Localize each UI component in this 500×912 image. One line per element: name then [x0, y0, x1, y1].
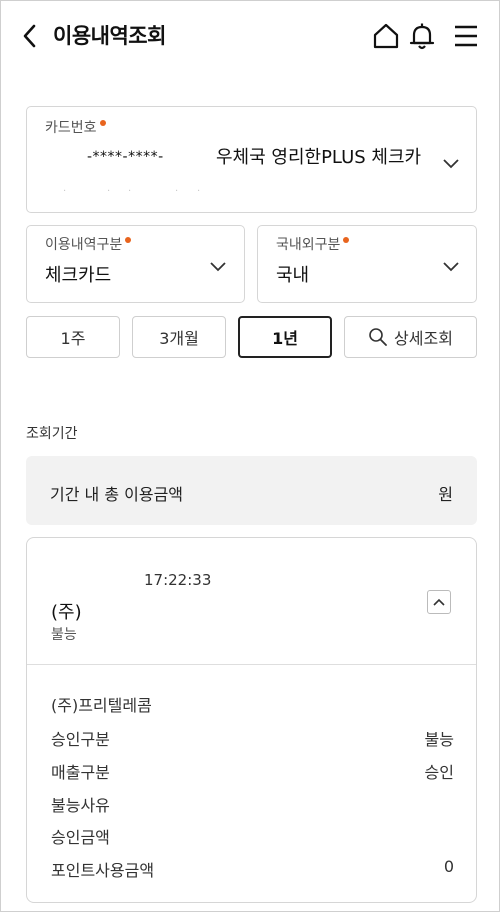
- chevron-down-icon: [209, 258, 227, 272]
- usage-type-label: 이용내역구분: [45, 236, 132, 254]
- transaction-time: 17:22:33: [144, 571, 212, 589]
- status-text: 불능: [51, 627, 77, 643]
- period-1year-button[interactable]: 1년: [238, 316, 332, 358]
- detail-row: 불능사유: [51, 792, 454, 816]
- chevron-down-icon: [442, 258, 460, 272]
- masked-text-artifact: .: [128, 183, 132, 194]
- period-1week-button[interactable]: 1주: [26, 316, 120, 358]
- detail-value: 불능: [424, 730, 454, 749]
- card-number-label: 카드번호: [45, 119, 106, 137]
- detail-search-button[interactable]: 상세조회: [344, 316, 477, 358]
- total-label: 기간 내 총 이용금액: [50, 485, 184, 504]
- detail-value: 0: [443, 857, 454, 876]
- required-dot: [343, 237, 350, 243]
- merchant-name-short: (주): [51, 602, 82, 623]
- bell-icon[interactable]: [407, 21, 437, 51]
- page: 이용내역조회 카드번호 . . . . . -****-****- 우체국 영리…: [0, 0, 500, 912]
- detail-search-label: 상세조회: [394, 329, 453, 348]
- masked-card-number: -****-****-: [87, 149, 164, 165]
- detail-label: 매출구분: [51, 763, 110, 782]
- masked-text-artifact: .: [197, 183, 201, 194]
- detail-label: 불능사유: [51, 796, 110, 815]
- required-dot: [125, 237, 132, 243]
- total-unit: 원: [438, 485, 453, 504]
- period-3months-button[interactable]: 3개월: [132, 316, 226, 358]
- search-icon: [369, 328, 387, 346]
- usage-type-select[interactable]: 이용내역구분 체크카드: [26, 225, 245, 303]
- card-name: 우체국 영리한PLUS 체크카: [216, 147, 422, 168]
- region-value: 국내: [276, 265, 310, 286]
- period-label: 조회기간: [26, 426, 78, 442]
- masked-text-artifact: .: [175, 183, 179, 194]
- detail-row: 매출구분 승인: [51, 759, 454, 783]
- detail-label: 승인구분: [51, 730, 110, 749]
- usage-type-value: 체크카드: [45, 265, 112, 286]
- page-title: 이용내역조회: [53, 24, 166, 48]
- detail-row: 포인트사용금액 0: [51, 857, 454, 881]
- merchant-name-full: (주)프리텔레콤: [51, 696, 152, 715]
- masked-text-artifact: .: [107, 183, 111, 194]
- detail-value: 승인: [424, 763, 454, 782]
- region-select[interactable]: 국내외구분 국내: [257, 225, 477, 303]
- region-label: 국내외구분: [276, 236, 350, 254]
- total-summary: 기간 내 총 이용금액 원: [26, 456, 477, 525]
- detail-row: 승인금액: [51, 824, 454, 848]
- required-dot: [99, 120, 106, 126]
- chevron-up-icon: [433, 598, 445, 606]
- back-arrow-icon[interactable]: [19, 21, 43, 51]
- app-header: 이용내역조회: [1, 1, 499, 73]
- home-icon[interactable]: [371, 21, 401, 51]
- detail-label: 승인금액: [51, 828, 110, 847]
- menu-icon[interactable]: [451, 21, 481, 51]
- collapse-button[interactable]: [427, 590, 451, 614]
- masked-text-artifact: .: [63, 183, 67, 194]
- chevron-down-icon: [442, 155, 460, 169]
- detail-label: 포인트사용금액: [51, 861, 155, 880]
- divider: [27, 664, 476, 665]
- detail-row: 승인구분 불능: [51, 726, 454, 750]
- transaction-card: 17:22:33 (주) 불능 (주)프리텔레콤 승인구분 불능 매출구분 승인…: [26, 537, 477, 903]
